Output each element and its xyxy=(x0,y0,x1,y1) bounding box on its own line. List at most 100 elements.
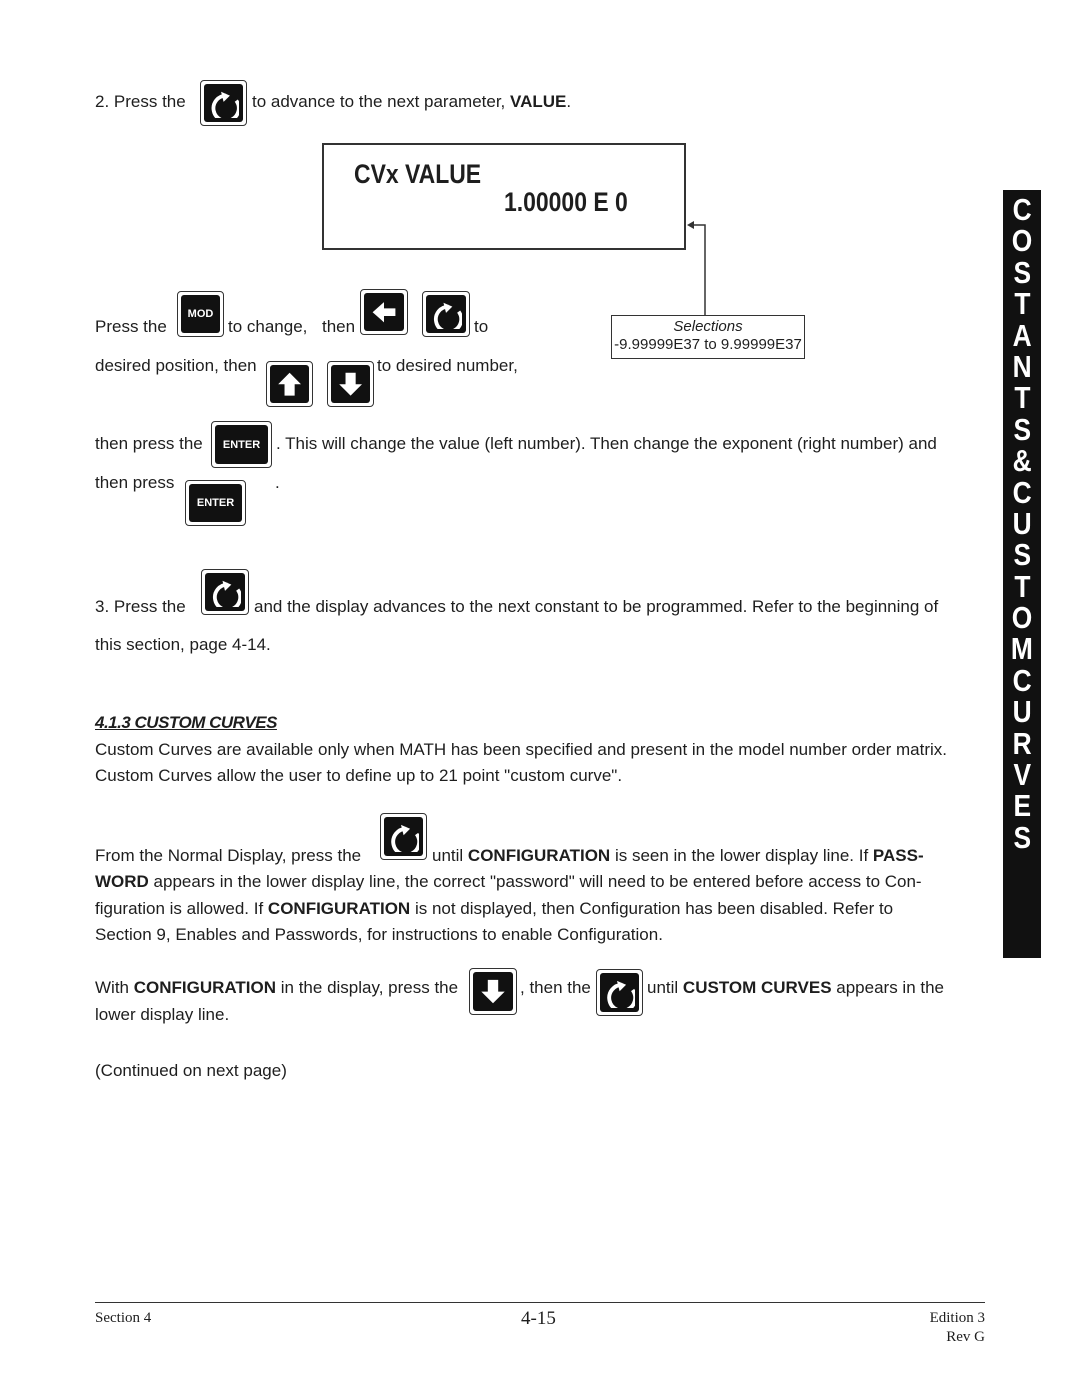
footer-revision: Rev G xyxy=(946,1329,985,1345)
step3-text: and the display advances to the next con… xyxy=(254,597,939,616)
tab-letter: T xyxy=(1013,380,1031,416)
step2-text: to advance to the next parameter, VALUE. xyxy=(252,92,571,112)
down-key xyxy=(327,361,374,407)
enter-label: ENTER xyxy=(215,425,268,464)
left-key xyxy=(360,289,408,335)
callout-arrow xyxy=(687,221,706,315)
edit-text: to change, xyxy=(228,317,308,336)
tab-letter: C xyxy=(1012,192,1032,227)
advance-key xyxy=(380,813,427,860)
paragraph-text: until CONFIGURATION is seen in the lower… xyxy=(432,846,924,866)
text: appears in the lower display line, the c… xyxy=(148,872,922,891)
period: . xyxy=(566,92,572,111)
text: in the display, press the xyxy=(276,978,459,997)
tab-letter: V xyxy=(1013,757,1031,793)
rotate-arrow-icon xyxy=(433,300,462,330)
advance-key xyxy=(596,969,643,1016)
tab-letter: N xyxy=(1012,348,1032,384)
selections-range: -9.99999E37 to 9.99999E37 xyxy=(614,336,802,353)
mod-key: MOD xyxy=(177,291,224,337)
paragraph-text: Custom Curves allow the user to define u… xyxy=(95,766,623,785)
tab-letter: U xyxy=(1012,694,1032,730)
advance-key xyxy=(422,291,470,337)
text: until xyxy=(647,978,683,997)
text: is seen in the lower display line. If xyxy=(610,846,873,865)
edit-text: then press the xyxy=(95,434,203,453)
tab-letter: E xyxy=(1013,788,1031,824)
down-key xyxy=(469,968,517,1015)
text: is not displayed, then Configuration has… xyxy=(410,899,894,918)
paragraph-text: With CONFIGURATION in the display, press… xyxy=(95,978,458,998)
enter-key: ENTER xyxy=(185,480,246,526)
advance-key xyxy=(200,80,247,126)
rotate-arrow-icon xyxy=(391,822,420,853)
paragraph-text: WORD appears in the lower display line, … xyxy=(95,872,922,892)
tab-letter: R xyxy=(1012,725,1032,761)
advance-key xyxy=(201,569,249,615)
text: With xyxy=(95,978,134,997)
edit-text: . This will change the value (left numbe… xyxy=(276,434,937,453)
arrow-up-icon xyxy=(278,372,301,396)
password-keyword: PASS- xyxy=(872,846,924,865)
enter-key: ENTER xyxy=(211,421,272,468)
paragraph-text: lower display line. xyxy=(95,1005,230,1024)
configuration-keyword: CONFIGURATION xyxy=(267,899,411,918)
selections-box: Selections -9.99999E37 to 9.99999E37 xyxy=(611,315,805,359)
arrow-down-icon xyxy=(339,372,362,396)
custom-curves-keyword: CUSTOM CURVES xyxy=(682,978,832,997)
edit-text: then press xyxy=(95,473,175,492)
password-keyword: WORD xyxy=(95,872,149,891)
edit-text: desired position, then xyxy=(95,356,257,375)
rotate-arrow-icon xyxy=(211,89,240,119)
configuration-keyword: CONFIGURATION xyxy=(467,846,611,865)
arrow-down-icon xyxy=(481,979,505,1004)
tab-letter: U xyxy=(1012,505,1032,541)
tab-letter: S xyxy=(1013,819,1031,855)
rotate-arrow-icon xyxy=(212,578,241,608)
footer-rule xyxy=(95,1302,985,1303)
chapter-tab: C O S T A N T S & C U S T O M C U R V E S xyxy=(1003,190,1041,958)
up-key xyxy=(266,361,313,407)
paragraph-text: until CUSTOM CURVES appears in the xyxy=(647,978,944,998)
tab-letter: T xyxy=(1013,286,1031,322)
edit-text: . xyxy=(275,473,280,492)
edit-text: to xyxy=(474,317,489,336)
edit-text: to desired number, xyxy=(377,356,518,375)
continued-note: (Continued on next page) xyxy=(95,1061,287,1080)
display-line2: 1.00000 E 0 xyxy=(504,187,628,217)
tab-letter: S xyxy=(1013,411,1031,447)
value-keyword: VALUE xyxy=(510,92,567,111)
paragraph-text: From the Normal Display, press the xyxy=(95,846,362,865)
page-number: 4-15 xyxy=(521,1308,556,1329)
arrow-left-icon xyxy=(372,301,396,323)
lcd-display: CVx VALUE 1.00000 E 0 xyxy=(322,143,686,250)
tab-letter: & xyxy=(1012,443,1032,479)
tab-letter: M xyxy=(1011,631,1033,667)
tab-letter: C xyxy=(1012,474,1032,510)
tab-letter: A xyxy=(1012,317,1032,353)
edit-text: then xyxy=(322,317,356,336)
footer-edition: Edition 3 xyxy=(929,1310,985,1326)
tab-letter: S xyxy=(1013,254,1031,290)
paragraph-text: Custom Curves are available only when MA… xyxy=(95,740,947,759)
enter-label: ENTER xyxy=(189,484,242,522)
paragraph-text: figuration is allowed. If CONFIGURATION … xyxy=(95,899,893,919)
text: , then the xyxy=(520,978,591,997)
selections-title: Selections xyxy=(673,318,743,335)
tab-letter: C xyxy=(1012,662,1032,698)
text: appears in the xyxy=(831,978,945,997)
edit-text: Press the xyxy=(95,317,167,336)
text: until xyxy=(432,846,468,865)
tab-letter: T xyxy=(1013,568,1031,604)
paragraph-text: Section 9, Enables and Passwords, for in… xyxy=(95,925,663,944)
tab-letter: O xyxy=(1011,223,1033,259)
display-line1: CVx VALUE xyxy=(354,159,482,189)
step3-text: this section, page 4-14. xyxy=(95,635,271,654)
rotate-arrow-icon xyxy=(607,978,636,1009)
configuration-keyword: CONFIGURATION xyxy=(133,978,277,997)
tab-letter: O xyxy=(1011,600,1033,636)
footer-section: Section 4 xyxy=(95,1310,152,1326)
mod-label: MOD xyxy=(181,295,220,333)
text: figuration is allowed. If xyxy=(95,899,268,918)
step2-prefix: 2. Press the xyxy=(95,92,186,111)
